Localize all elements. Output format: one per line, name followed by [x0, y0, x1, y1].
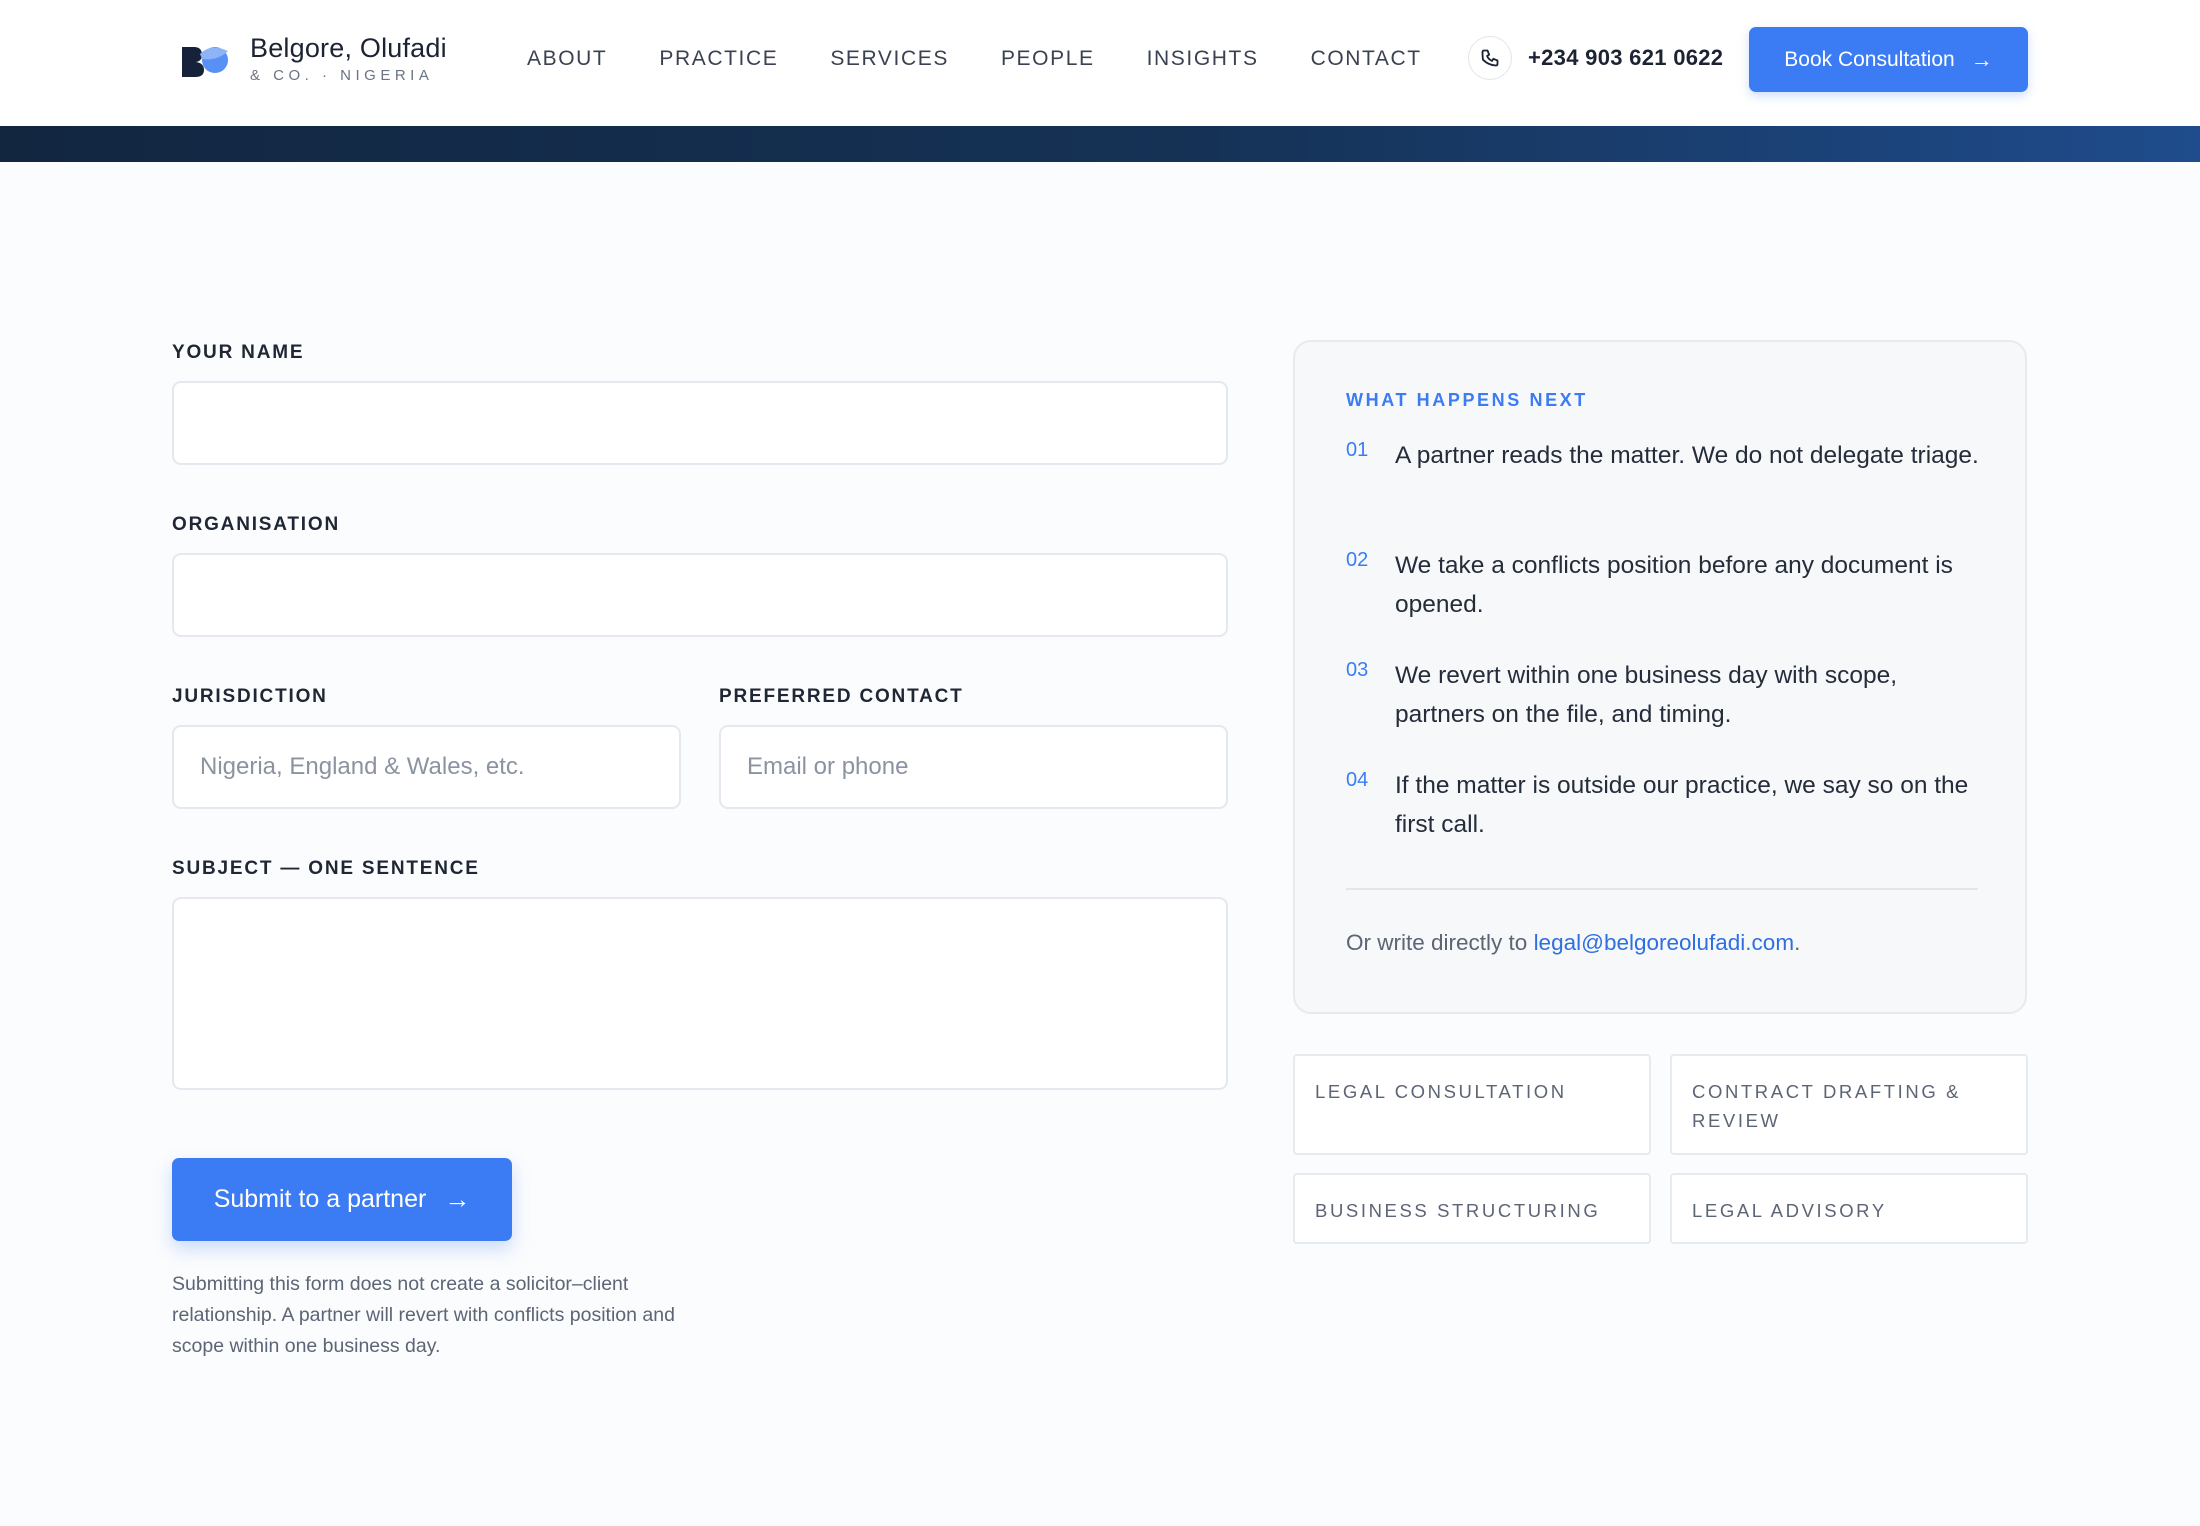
panel-eyebrow: WHAT HAPPENS NEXT	[1346, 390, 1588, 410]
brand-subtitle: & CO. · NIGERIA	[250, 67, 434, 84]
step-item: 04 If the matter is outside our practice…	[1346, 766, 1986, 844]
tag-legal-advisory[interactable]: LEGAL ADVISORY	[1670, 1173, 2028, 1244]
footer-prefix: Or write directly to	[1346, 930, 1528, 955]
subject-textarea[interactable]	[172, 897, 1228, 1090]
panel-divider	[1346, 888, 1978, 890]
step-number: 03	[1346, 659, 1369, 681]
organisation-label: ORGANISATION	[172, 514, 340, 535]
step-number: 01	[1346, 439, 1369, 461]
preferred-contact-input[interactable]	[719, 725, 1228, 809]
nav-insights[interactable]: INSIGHTS	[1147, 45, 1259, 73]
what-happens-next-panel: WHAT HAPPENS NEXT 01 A partner reads the…	[1293, 340, 2027, 1014]
arrow-right-icon: →	[444, 1184, 471, 1214]
step-item: 02 We take a conflicts position before a…	[1346, 546, 1986, 624]
book-consultation-label: Book Consultation	[1784, 47, 1955, 71]
submit-button[interactable]: Submit to a partner →	[172, 1158, 512, 1241]
submit-label: Submit to a partner	[213, 1185, 427, 1213]
email-link[interactable]: legal@belgoreolufadi.com	[1534, 930, 1795, 955]
site-header: Belgore, Olufadi & CO. · NIGERIA ABOUT P…	[0, 0, 2200, 126]
phone-icon	[1468, 36, 1512, 80]
nav-practice[interactable]: PRACTICE	[659, 45, 778, 73]
step-text: A partner reads the matter. We do not de…	[1395, 442, 1979, 469]
organisation-input[interactable]	[172, 553, 1228, 637]
tag-business-structuring[interactable]: BUSINESS STRUCTURING	[1293, 1173, 1651, 1244]
nav-about[interactable]: ABOUT	[527, 45, 607, 73]
step-text: We revert within one business day with s…	[1395, 662, 1898, 728]
brand-logo[interactable]: Belgore, Olufadi & CO. · NIGERIA	[180, 32, 447, 86]
nav-services[interactable]: SERVICES	[830, 45, 949, 73]
hero-band	[0, 126, 2200, 162]
step-text: If the matter is outside our practice, w…	[1395, 772, 1969, 838]
footer-suffix: .	[1794, 930, 1801, 955]
form-disclaimer: Submitting this form does not create a s…	[172, 1273, 675, 1357]
preferred-contact-label: PREFERRED CONTACT	[719, 686, 964, 707]
name-input[interactable]	[172, 381, 1228, 465]
nav-contact[interactable]: CONTACT	[1311, 45, 1422, 73]
jurisdiction-input[interactable]	[172, 725, 681, 809]
step-item: 01 A partner reads the matter. We do not…	[1346, 436, 1986, 475]
bo-logo-mark-icon	[182, 47, 228, 77]
name-label: YOUR NAME	[172, 342, 305, 363]
subject-label: SUBJECT — ONE SENTENCE	[172, 858, 480, 879]
brand-name: Belgore, Olufadi	[250, 33, 447, 63]
phone-link[interactable]: +234 903 621 0622	[1468, 36, 1723, 80]
step-text: We take a conflicts position before any …	[1395, 552, 1953, 618]
arrow-right-icon: →	[1970, 46, 1993, 72]
book-consultation-button[interactable]: Book Consultation →	[1749, 27, 2028, 92]
phone-number: +234 903 621 0622	[1528, 45, 1724, 70]
step-number: 04	[1346, 769, 1369, 791]
jurisdiction-label: JURISDICTION	[172, 686, 328, 707]
tag-legal-consultation[interactable]: LEGAL CONSULTATION	[1293, 1054, 1651, 1155]
main-nav: ABOUT PRACTICE SERVICES PEOPLE INSIGHTS …	[527, 45, 1474, 73]
panel-footer: Or write directly to legal@belgoreolufad…	[1346, 930, 1800, 956]
step-number: 02	[1346, 549, 1369, 571]
tag-contract-drafting[interactable]: CONTRACT DRAFTING & REVIEW	[1670, 1054, 2028, 1155]
step-item: 03 We revert within one business day wit…	[1346, 656, 1986, 734]
nav-people[interactable]: PEOPLE	[1001, 45, 1095, 73]
